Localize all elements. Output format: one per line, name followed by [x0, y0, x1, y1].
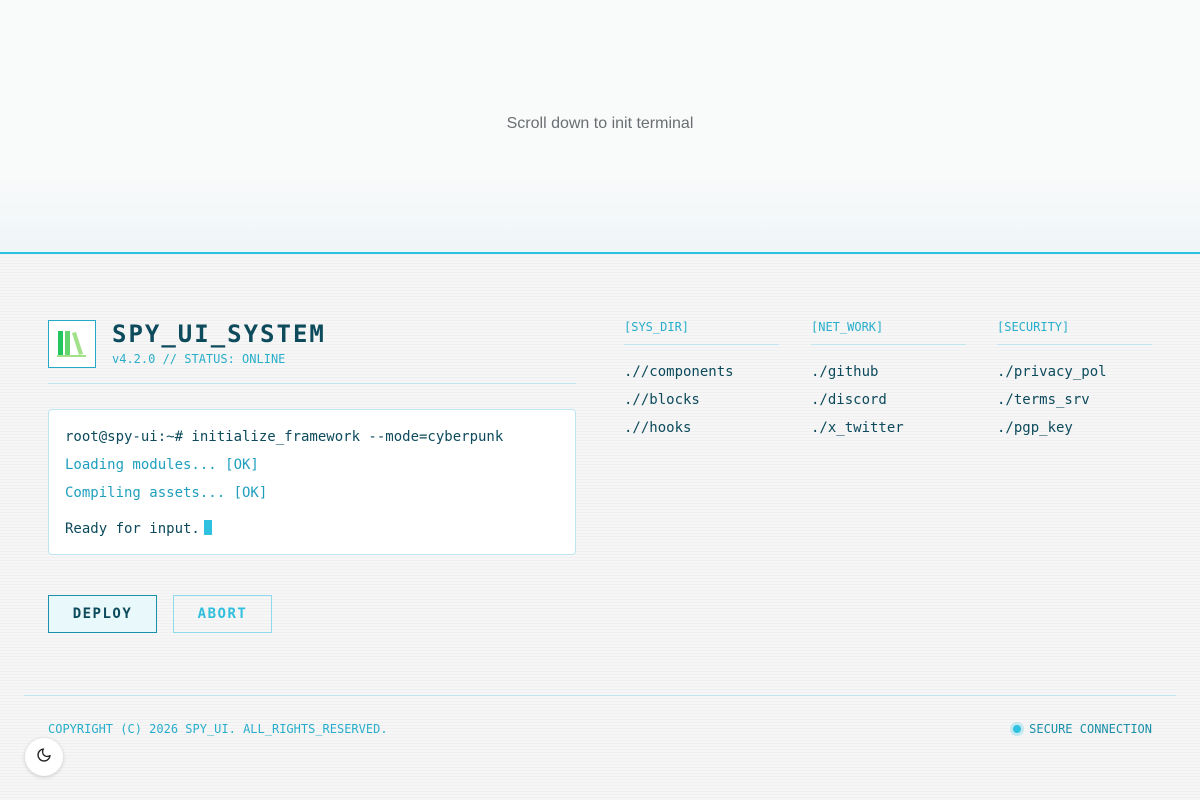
theme-toggle-button[interactable]: [25, 738, 63, 776]
link-terms[interactable]: ./terms_srv: [997, 391, 1152, 419]
terminal-output-line: Loading modules... [OK]: [65, 457, 259, 473]
deploy-button[interactable]: DEPLOY: [48, 595, 157, 633]
footer-divider: [24, 695, 1176, 696]
terminal-output-line: Compiling assets... [OK]: [65, 485, 268, 501]
footer: SPY_UI_SYSTEM v4.2.0 // STATUS: ONLINE r…: [0, 252, 1200, 800]
terminal-ready-text: Ready for input.: [65, 521, 200, 537]
column-heading: [NET_WORK]: [811, 320, 966, 345]
nav-column-sys-dir: [SYS_DIR] .//components .//blocks .//hoo…: [624, 320, 779, 447]
brand-status: v4.2.0 // STATUS: ONLINE: [112, 352, 286, 366]
terminal-command: root@spy-ui:~# initialize_framework --mo…: [65, 429, 504, 445]
link-pgp-key[interactable]: ./pgp_key: [997, 419, 1152, 447]
status-dot-icon: [1013, 725, 1022, 733]
link-x-twitter[interactable]: ./x_twitter: [811, 419, 966, 447]
moon-icon: [36, 747, 52, 767]
column-heading: [SECURITY]: [997, 320, 1152, 345]
books-icon: [48, 320, 96, 368]
brand-title: SPY_UI_SYSTEM: [112, 320, 326, 348]
link-discord[interactable]: ./discord: [811, 391, 966, 419]
scroll-hint: Scroll down to init terminal: [506, 115, 694, 132]
secure-connection-label: SECURE CONNECTION: [1029, 722, 1152, 736]
terminal-window: root@spy-ui:~# initialize_framework --mo…: [48, 409, 576, 555]
brand-block: SPY_UI_SYSTEM v4.2.0 // STATUS: ONLINE: [48, 320, 576, 384]
copyright-text: COPYRIGHT (C) 2026 SPY_UI. ALL_RIGHTS_RE…: [48, 722, 388, 736]
secure-connection-indicator: SECURE CONNECTION: [1013, 722, 1152, 736]
nav-column-security: [SECURITY] ./privacy_pol ./terms_srv ./p…: [997, 320, 1152, 447]
nav-column-network: [NET_WORK] ./github ./discord ./x_twitte…: [811, 320, 966, 447]
column-heading: [SYS_DIR]: [624, 320, 779, 345]
link-hooks[interactable]: .//hooks: [624, 419, 779, 447]
link-blocks[interactable]: .//blocks: [624, 391, 779, 419]
link-privacy-policy[interactable]: ./privacy_pol: [997, 363, 1152, 391]
cursor-block: [203, 520, 212, 535]
hero-section: Scroll down to init terminal: [0, 0, 1200, 253]
abort-button[interactable]: ABORT: [173, 595, 272, 633]
terminal-prompt[interactable]: Ready for input.: [65, 518, 559, 546]
link-components[interactable]: .//components: [624, 363, 779, 391]
link-github[interactable]: ./github: [811, 363, 966, 391]
